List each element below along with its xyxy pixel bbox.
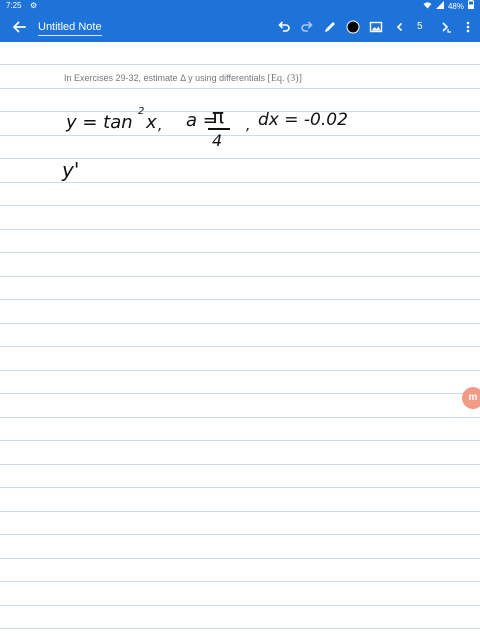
redo-icon[interactable] — [299, 19, 315, 35]
color-swatch[interactable] — [345, 19, 361, 35]
ruled-line — [0, 393, 480, 394]
app-bar: Untitled Note 5 — [0, 12, 480, 42]
ruled-line — [0, 370, 480, 371]
ruled-line — [0, 511, 480, 512]
ruled-line — [0, 534, 480, 535]
ruled-line — [0, 299, 480, 300]
ruled-line — [0, 88, 480, 89]
handwriting-x: x — [146, 112, 157, 133]
ruled-line — [0, 464, 480, 465]
prev-page-icon[interactable] — [392, 19, 408, 35]
back-icon[interactable] — [10, 18, 28, 36]
handwriting-exponent: 2 — [138, 106, 145, 117]
wifi-icon — [423, 1, 432, 13]
handwriting-pi: π — [212, 104, 225, 128]
ruled-line — [0, 581, 480, 582]
ruled-line — [0, 135, 480, 136]
ruled-line — [0, 229, 480, 230]
ruled-line — [0, 605, 480, 606]
page-number: 5 — [417, 21, 423, 32]
ruled-line — [0, 323, 480, 324]
handwriting-y-prime: y' — [62, 158, 80, 182]
ruled-line — [0, 346, 480, 347]
settings-icon: ⚙ — [30, 1, 38, 10]
battery-percent: 48% — [447, 1, 464, 11]
floating-action-button[interactable]: m — [462, 387, 480, 409]
handwriting-comma-2: , — [246, 118, 251, 134]
question-equation-ref: [Eq. (3)] — [267, 73, 302, 84]
next-page-icon[interactable] — [438, 19, 454, 35]
question-mid: using differentials — [195, 73, 265, 83]
ruled-line — [0, 205, 480, 206]
image-icon[interactable] — [368, 19, 384, 35]
status-time: 7:25 — [6, 1, 22, 10]
handwriting-comma-1: , — [158, 118, 163, 134]
ruled-line — [0, 487, 480, 488]
question-delta: Δ y — [180, 73, 193, 83]
more-icon[interactable] — [460, 19, 476, 35]
handwriting-fraction-bar — [208, 128, 230, 130]
note-title[interactable]: Untitled Note — [38, 20, 102, 36]
ruled-line — [0, 628, 480, 629]
pen-icon[interactable] — [322, 19, 338, 35]
ruled-line — [0, 182, 480, 183]
ruled-line — [0, 440, 480, 441]
question-text: In Exercises 29-32, estimate Δ y using d… — [64, 73, 302, 84]
status-bar: 7:25 ⚙ 48% — [0, 0, 480, 12]
ruled-line — [0, 252, 480, 253]
handwriting-four: 4 — [212, 131, 223, 150]
undo-icon[interactable] — [276, 19, 292, 35]
ruled-line — [0, 64, 480, 65]
signal-icon — [435, 0, 444, 13]
ruled-line — [0, 558, 480, 559]
handwriting-dx: dx = -0.02 — [258, 110, 348, 130]
question-prefix: In Exercises 29-32, estimate — [64, 73, 178, 83]
handwriting-y-equals-tan: y = tan — [66, 112, 133, 133]
ruled-line — [0, 276, 480, 277]
ruled-line — [0, 417, 480, 418]
